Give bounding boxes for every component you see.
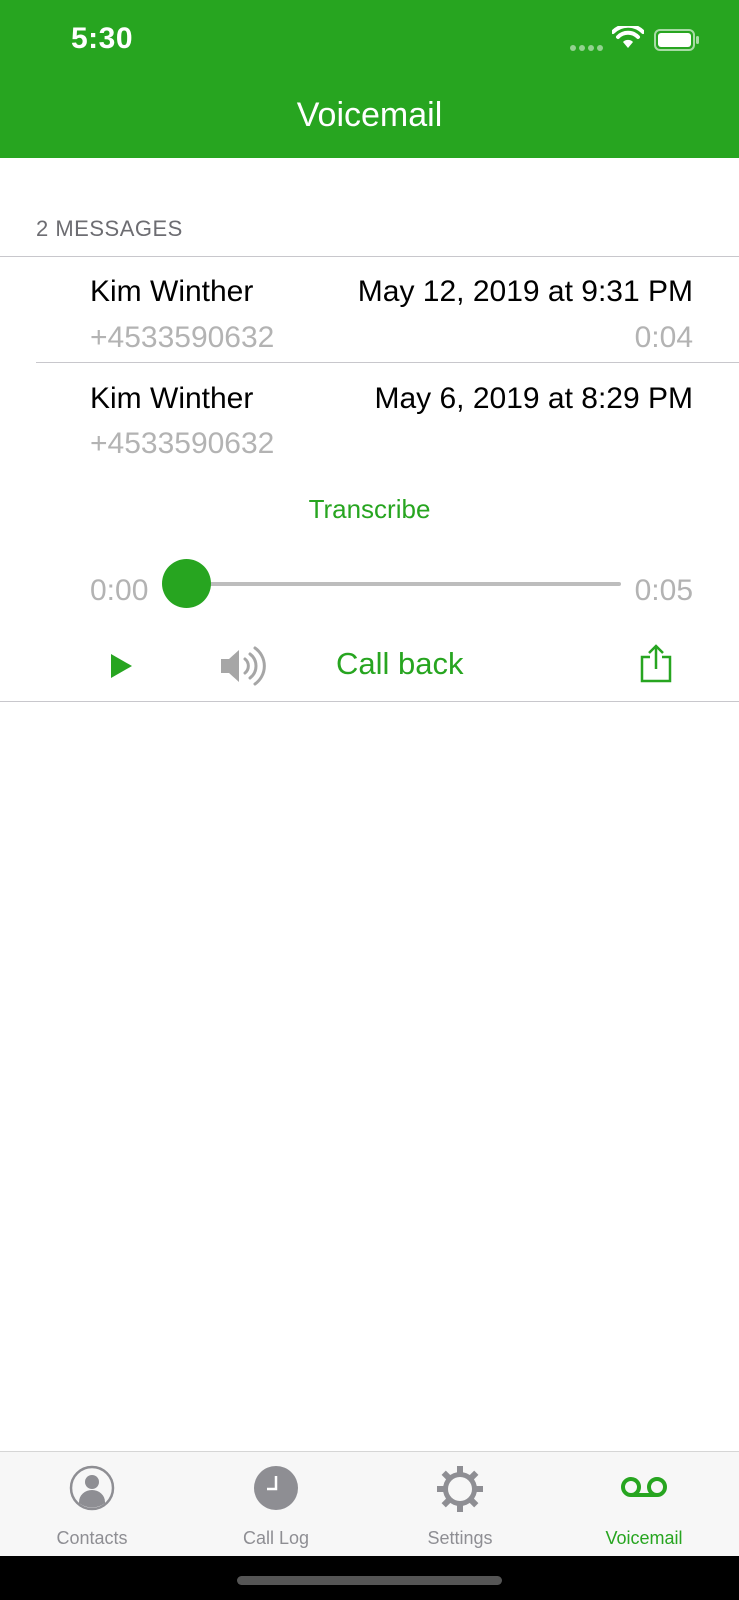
caller-number: +4533590632 bbox=[90, 321, 275, 354]
call-back-button[interactable]: Call back bbox=[336, 646, 464, 682]
tab-label: Settings bbox=[427, 1528, 493, 1548]
share-icon[interactable] bbox=[639, 643, 673, 683]
caller-name: Kim Winther bbox=[90, 275, 254, 308]
tab-contacts[interactable]: Contacts bbox=[0, 1452, 184, 1557]
battery-icon bbox=[654, 29, 699, 51]
divider bbox=[0, 256, 739, 257]
nav-header: 5:30 Voicemail bbox=[0, 0, 739, 158]
tab-voicemail[interactable]: Voicemail bbox=[552, 1452, 736, 1557]
divider bbox=[36, 362, 739, 363]
status-time: 5:30 bbox=[71, 22, 134, 55]
total-time: 0:05 bbox=[634, 574, 693, 607]
tab-label: Contacts bbox=[56, 1528, 128, 1548]
speaker-icon[interactable] bbox=[219, 643, 267, 689]
tab-label: Voicemail bbox=[605, 1528, 683, 1548]
caller-number: +4533590632 bbox=[90, 427, 275, 460]
divider bbox=[0, 701, 739, 702]
section-header: 2 MESSAGES bbox=[36, 216, 183, 241]
tab-bar: Contacts Call Log Settings Voicemail bbox=[0, 1451, 739, 1556]
page-title: Voicemail bbox=[296, 96, 443, 134]
play-icon[interactable] bbox=[108, 652, 134, 680]
clock-icon bbox=[254, 1466, 298, 1510]
voicemail-screen: 5:30 Voicemail 2 MESSAGES Kim Winther Ma… bbox=[0, 0, 739, 1600]
message-duration: 0:04 bbox=[634, 321, 693, 354]
message-date: May 6, 2019 at 8:29 PM bbox=[374, 382, 693, 415]
playback-slider-thumb[interactable] bbox=[162, 559, 211, 608]
elapsed-time: 0:00 bbox=[90, 574, 149, 607]
home-indicator[interactable] bbox=[237, 1576, 502, 1585]
caller-name: Kim Winther bbox=[90, 382, 254, 415]
signal-icon bbox=[570, 45, 603, 51]
wifi-icon bbox=[612, 26, 644, 48]
voicemail-icon bbox=[621, 1477, 667, 1497]
tab-label: Call Log bbox=[242, 1528, 310, 1548]
tab-call-log[interactable]: Call Log bbox=[184, 1452, 368, 1557]
message-date: May 12, 2019 at 9:31 PM bbox=[357, 275, 693, 308]
contacts-icon bbox=[69, 1465, 115, 1511]
gear-icon bbox=[437, 1466, 483, 1512]
transcribe-button[interactable]: Transcribe bbox=[0, 494, 739, 525]
playback-slider[interactable] bbox=[186, 582, 621, 586]
tab-settings[interactable]: Settings bbox=[368, 1452, 552, 1557]
